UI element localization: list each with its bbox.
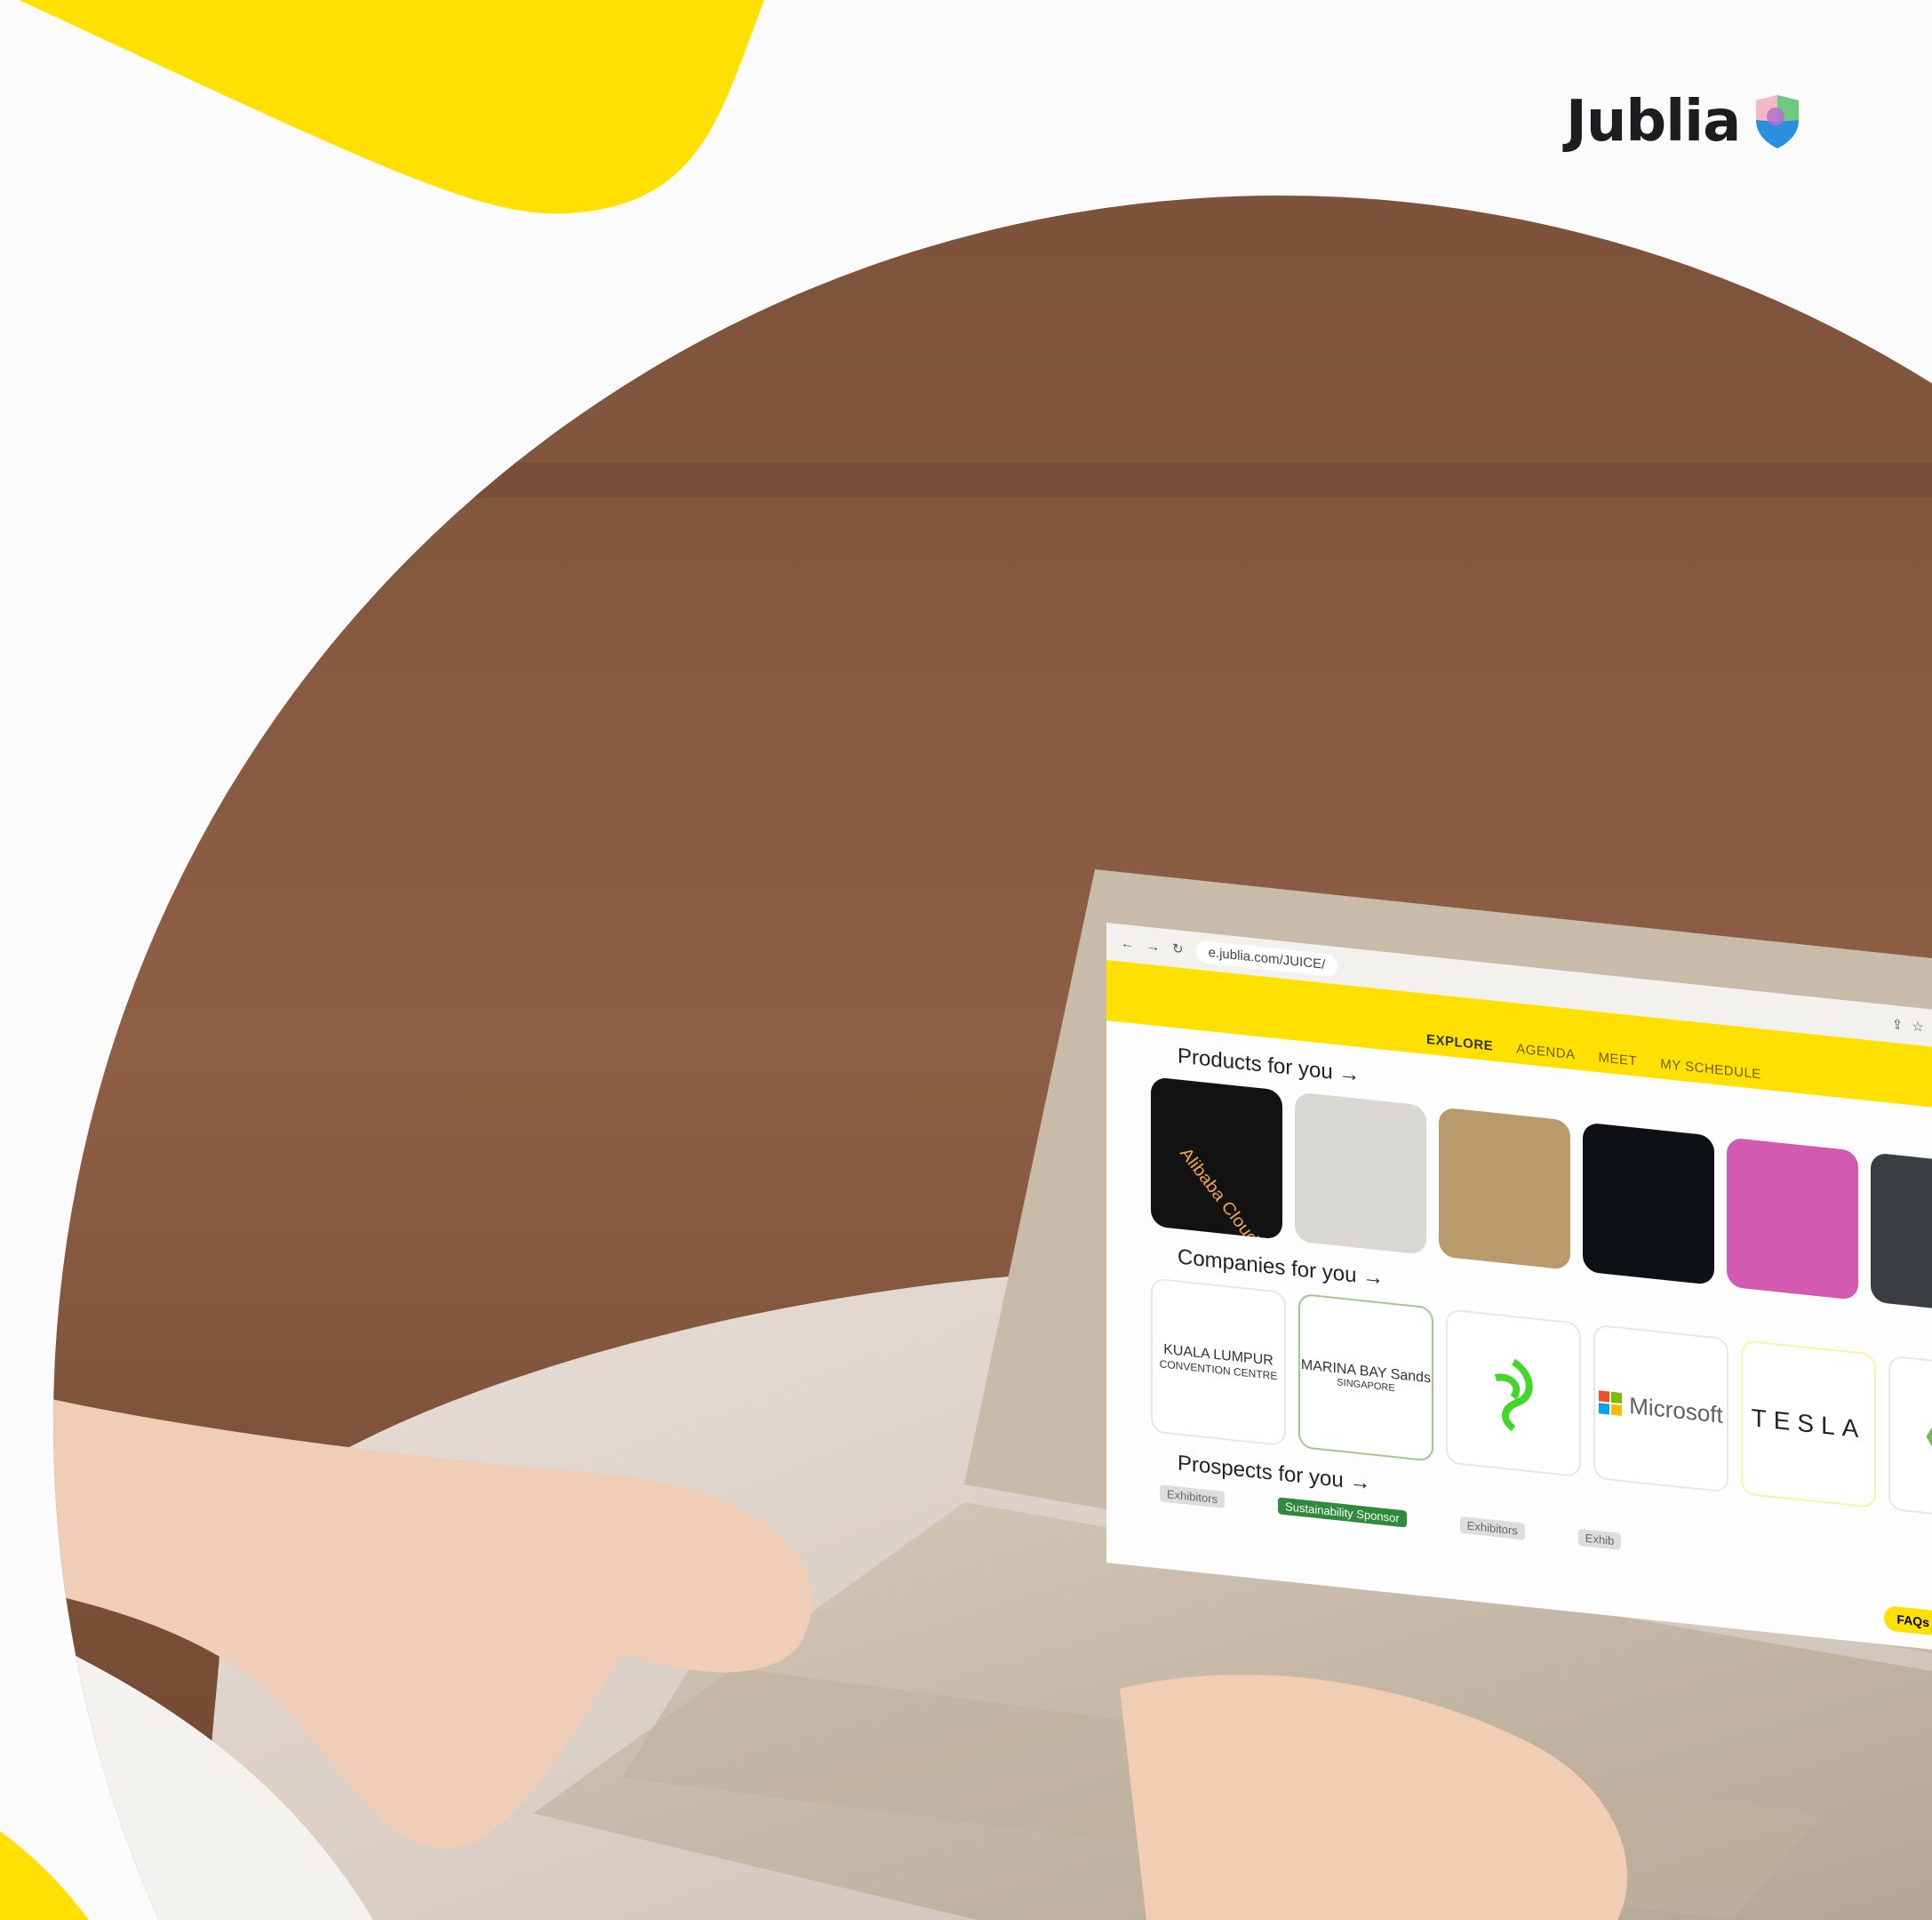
star-icon[interactable]: ☆	[1912, 1018, 1923, 1035]
nav-meet[interactable]: MEET	[1599, 1050, 1638, 1069]
prospect-tag: Exhibitors	[1459, 1516, 1525, 1540]
photo-circle	[53, 196, 1932, 1920]
share-icon[interactable]: ⇪	[1892, 1016, 1904, 1033]
razer-logo-icon	[1494, 1358, 1533, 1432]
faq-button[interactable]: FAQs	[1884, 1605, 1932, 1636]
nav-explore[interactable]: EXPLORE	[1426, 1032, 1493, 1054]
company-card-microsoft[interactable]: Microsoft	[1593, 1324, 1728, 1493]
microsoft-logo-icon	[1599, 1390, 1623, 1416]
reload-icon[interactable]: ↻	[1172, 940, 1184, 957]
company-card-razer[interactable]	[1446, 1308, 1581, 1478]
product-card[interactable]	[1871, 1152, 1932, 1316]
green-geometric-logo-icon	[1926, 1389, 1932, 1490]
back-icon[interactable]: ←	[1121, 935, 1134, 952]
company-card-green[interactable]	[1888, 1355, 1932, 1524]
tesla-name: TESLA	[1751, 1404, 1866, 1444]
prospect-tag: Sustainability Sponsor	[1278, 1497, 1407, 1528]
forward-icon[interactable]: →	[1146, 938, 1160, 955]
laptop-screen: ← → ↻ e.jublia.com/JUICE/ ⇪ ☆ ▣ EXPLORE …	[1106, 923, 1932, 1652]
company-card-tesla[interactable]: TESLA	[1741, 1340, 1876, 1509]
prospect-tag: Exhibitors	[1160, 1484, 1225, 1508]
product-card[interactable]	[1295, 1092, 1426, 1255]
nav-agenda[interactable]: AGENDA	[1516, 1041, 1575, 1062]
product-caption: Alibaba Cloud	[1176, 1144, 1263, 1240]
company-card-mbs[interactable]: MARINA BAY Sands SINGAPORE	[1298, 1292, 1433, 1462]
nav-my-schedule[interactable]: MY SCHEDULE	[1660, 1057, 1761, 1083]
product-card[interactable]	[1439, 1107, 1570, 1270]
mbs-sands: Sands	[1390, 1366, 1432, 1387]
prospect-tag: Exhib	[1577, 1528, 1622, 1550]
company-card-klcc[interactable]: KUALA LUMPUR CONVENTION CENTRE	[1151, 1277, 1286, 1447]
brand-wordmark: Jublia	[1566, 89, 1741, 155]
product-card[interactable]	[1727, 1137, 1858, 1300]
product-card[interactable]	[1583, 1122, 1714, 1285]
brand-shield-icon	[1756, 95, 1800, 148]
microsoft-name: Microsoft	[1629, 1391, 1723, 1428]
brand-logo: Jublia	[1566, 89, 1802, 155]
product-card[interactable]: Alibaba Cloud	[1151, 1076, 1282, 1240]
